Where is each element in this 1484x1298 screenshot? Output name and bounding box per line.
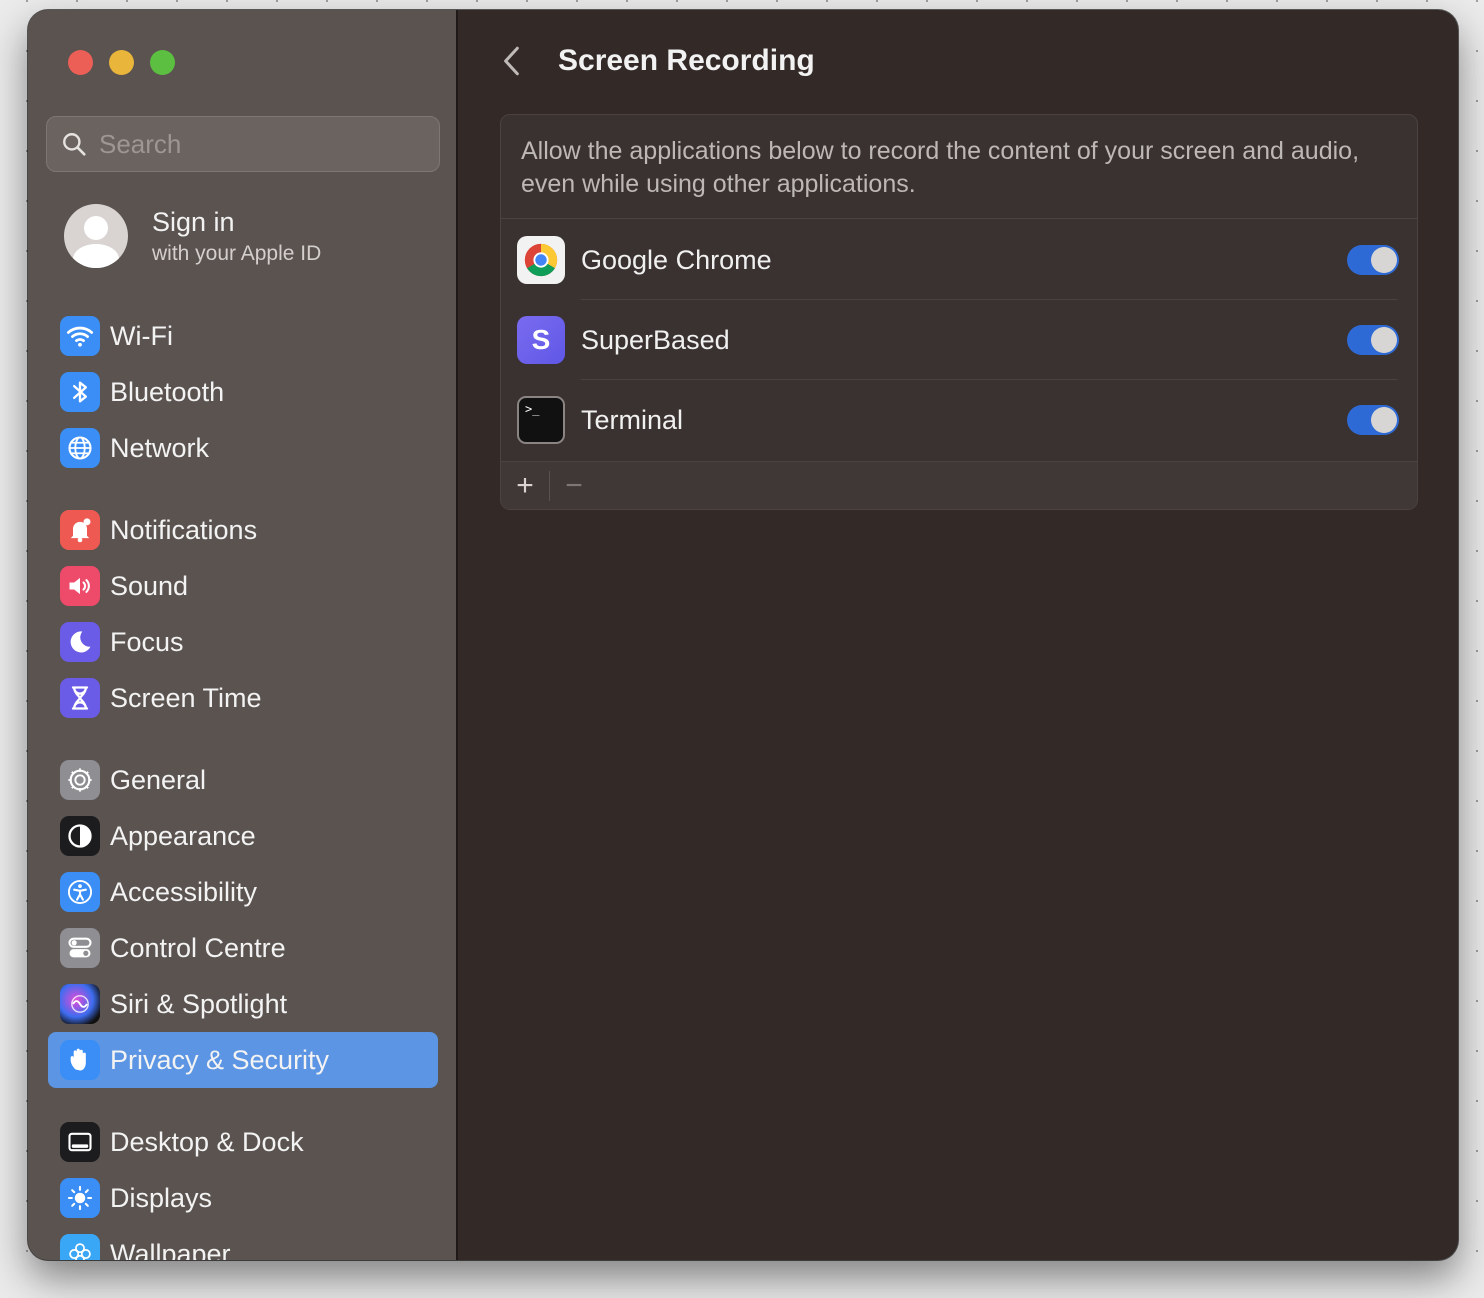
sidebar-item-label: Displays — [110, 1182, 213, 1213]
sidebar-item-label: Siri & Spotlight — [110, 988, 288, 1019]
sidebar-item-label: Network — [110, 432, 210, 463]
apple-id-signin[interactable]: Sign in with your Apple ID — [64, 204, 321, 268]
sidebar-item-label: Desktop & Dock — [110, 1126, 304, 1157]
sidebar-item-appearance[interactable]: Appearance — [48, 808, 438, 864]
search-field[interactable] — [46, 116, 440, 172]
panel-description: Allow the applications below to record t… — [501, 115, 1417, 219]
main-content: Screen Recording Allow the applications … — [458, 10, 1458, 1260]
search-input[interactable] — [99, 128, 419, 160]
moon-icon — [60, 622, 100, 662]
sidebar-item-label: Privacy & Security — [110, 1044, 330, 1075]
terminal-icon: >_ — [517, 396, 565, 444]
chevron-left-icon — [504, 46, 519, 76]
sun-icon — [60, 1178, 100, 1218]
terminal-toggle[interactable] — [1347, 405, 1399, 435]
chrome-icon — [517, 236, 565, 284]
flower-icon — [60, 1234, 100, 1260]
appearance-icon — [60, 816, 100, 856]
sidebar-item-label: Screen Time — [110, 682, 262, 713]
panel-footer: + − — [501, 461, 1417, 509]
accessibility-icon — [60, 872, 100, 912]
back-button[interactable] — [500, 44, 524, 78]
superbased-toggle[interactable] — [1347, 325, 1399, 355]
switches-icon — [60, 928, 100, 968]
minimize-window-button[interactable] — [109, 50, 134, 75]
sidebar-item-label: Bluetooth — [110, 376, 225, 407]
avatar — [64, 204, 128, 268]
signin-text: Sign in with your Apple ID — [152, 207, 321, 266]
close-window-button[interactable] — [68, 50, 93, 75]
signin-subtitle: with your Apple ID — [152, 241, 322, 265]
sidebar-item-label: Focus — [110, 626, 184, 657]
sidebar-item-label: General — [110, 764, 207, 795]
add-app-button[interactable]: + — [501, 462, 549, 510]
sidebar-item-general[interactable]: General — [48, 752, 438, 808]
superbased-icon-letter: S — [531, 324, 551, 355]
app-row-google-chrome: Google Chrome — [501, 220, 1417, 300]
zoom-window-button[interactable] — [150, 50, 175, 75]
gear-icon — [60, 760, 100, 800]
sidebar-item-label: Notifications — [110, 514, 258, 545]
sidebar-item-focus[interactable]: Focus — [48, 614, 438, 670]
system-settings-window: Sign in with your Apple ID Wi-Fi Bluetoo… — [28, 10, 1458, 1260]
sidebar-item-privacy-security[interactable]: Privacy & Security — [48, 1032, 438, 1088]
sidebar-item-siri-spotlight[interactable]: Siri & Spotlight — [48, 976, 438, 1032]
sidebar-item-label: Appearance — [110, 820, 256, 851]
globe-icon — [60, 428, 100, 468]
app-name: Google Chrome — [581, 244, 772, 275]
terminal-icon-prompt: >_ — [525, 402, 540, 416]
hourglass-icon — [60, 678, 100, 718]
page-title: Screen Recording — [558, 44, 815, 77]
bluetooth-icon — [60, 372, 100, 412]
sidebar: Sign in with your Apple ID Wi-Fi Bluetoo… — [28, 10, 458, 1260]
sidebar-item-accessibility[interactable]: Accessibility — [48, 864, 438, 920]
dock-icon — [60, 1122, 100, 1162]
screen-recording-panel: Allow the applications below to record t… — [500, 114, 1418, 510]
chrome-toggle[interactable] — [1347, 245, 1399, 275]
sidebar-item-screen-time[interactable]: Screen Time — [48, 670, 438, 726]
bell-icon — [60, 510, 100, 550]
sidebar-item-wifi[interactable]: Wi-Fi — [48, 308, 438, 364]
sidebar-item-notifications[interactable]: Notifications — [48, 502, 438, 558]
sidebar-item-desktop-dock[interactable]: Desktop & Dock — [48, 1114, 438, 1170]
app-row-terminal: >_ Terminal — [501, 380, 1417, 460]
app-row-superbased: S SuperBased — [501, 300, 1417, 380]
sidebar-item-label: Wallpaper — [110, 1238, 231, 1261]
sidebar-item-bluetooth[interactable]: Bluetooth — [48, 364, 438, 420]
siri-icon — [60, 984, 100, 1024]
window-controls — [68, 50, 175, 75]
sidebar-item-label: Accessibility — [110, 876, 258, 907]
sidebar-item-control-centre[interactable]: Control Centre — [48, 920, 438, 976]
sidebar-item-displays[interactable]: Displays — [48, 1170, 438, 1226]
app-name: SuperBased — [581, 324, 730, 355]
app-name: Terminal — [581, 404, 684, 435]
signin-title: Sign in — [152, 206, 235, 237]
sidebar-item-network[interactable]: Network — [48, 420, 438, 476]
speaker-icon — [60, 566, 100, 606]
superbased-icon: S — [517, 316, 565, 364]
sidebar-item-label: Sound — [110, 570, 189, 601]
search-icon — [63, 133, 86, 156]
hand-icon — [60, 1040, 100, 1080]
sidebar-item-sound[interactable]: Sound — [48, 558, 438, 614]
sidebar-item-label: Wi-Fi — [110, 320, 173, 351]
remove-app-button[interactable]: − — [550, 462, 598, 510]
sidebar-item-label: Control Centre — [110, 932, 286, 963]
wifi-icon — [60, 316, 100, 356]
sidebar-item-wallpaper[interactable]: Wallpaper — [48, 1226, 438, 1260]
